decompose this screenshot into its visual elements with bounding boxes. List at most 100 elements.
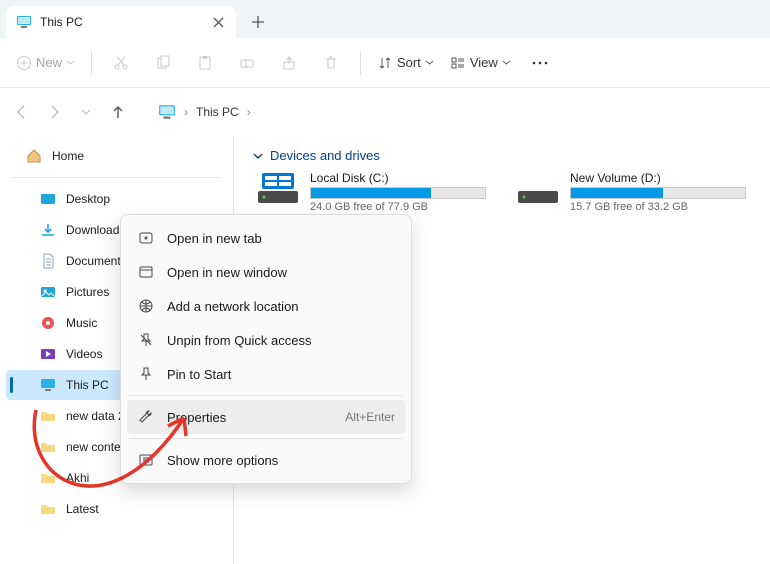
drive-info: Local Disk (C:) 24.0 GB free of 77.9 GB [310, 171, 486, 213]
sidebar-item-label: Pictures [66, 285, 109, 299]
sidebar-item-desktop[interactable]: Desktop [6, 184, 227, 214]
monitor-icon [158, 103, 176, 121]
documents-icon [40, 253, 56, 269]
chevron-right-icon: › [247, 105, 251, 119]
sidebar-item-home[interactable]: Home [6, 141, 227, 171]
sidebar-item-label: Music [66, 316, 97, 330]
ctx-add-network-location[interactable]: Add a network location [127, 289, 405, 323]
ctx-label: Unpin from Quick access [167, 333, 395, 348]
sidebar-item-folder[interactable]: Latest [6, 494, 227, 524]
monitor-icon [40, 377, 56, 393]
separator [91, 51, 92, 75]
drive-icon [516, 171, 560, 207]
sidebar-item-label: Videos [66, 347, 102, 361]
new-button[interactable]: New [10, 46, 81, 80]
folder-icon [40, 439, 56, 455]
tab-bar: This PC [0, 0, 770, 38]
drive-item[interactable]: Local Disk (C:) 24.0 GB free of 77.9 GB [256, 171, 486, 213]
sidebar-item-label: Documents [66, 254, 127, 268]
up-button[interactable] [108, 102, 128, 122]
drive-free-text: 24.0 GB free of 77.9 GB [310, 201, 486, 213]
close-icon[interactable] [210, 14, 226, 30]
copy-button[interactable] [144, 46, 182, 80]
view-button[interactable]: View [444, 46, 517, 80]
sidebar-item-label: Downloads [66, 223, 125, 237]
ctx-label: Open in new tab [167, 231, 395, 246]
back-button[interactable] [12, 102, 32, 122]
paste-button[interactable] [186, 46, 224, 80]
separator [360, 51, 361, 75]
ctx-label: Pin to Start [167, 367, 395, 382]
separator [129, 438, 403, 439]
drive-item[interactable]: New Volume (D:) 15.7 GB free of 33.2 GB [516, 171, 746, 213]
breadcrumb-item[interactable]: This PC [196, 105, 239, 119]
ctx-accel: Alt+Enter [345, 410, 395, 424]
new-label: New [36, 55, 62, 70]
ctx-pin-to-start[interactable]: Pin to Start [127, 357, 405, 391]
nav-row: › This PC › [0, 88, 770, 136]
chevron-right-icon: › [184, 105, 188, 119]
folder-icon [40, 470, 56, 486]
ctx-unpin-quick-access[interactable]: Unpin from Quick access [127, 323, 405, 357]
nav-arrows [12, 102, 128, 122]
pictures-icon [40, 284, 56, 300]
more-icon [137, 451, 155, 469]
wrench-icon [137, 408, 155, 426]
sidebar-item-label: Latest [66, 502, 99, 516]
ctx-label: Add a network location [167, 299, 395, 314]
folder-icon [40, 501, 56, 517]
tab-title: This PC [40, 15, 202, 29]
ctx-open-new-window[interactable]: Open in new window [127, 255, 405, 289]
sort-label: Sort [397, 55, 421, 70]
sidebar-item-label: Akhi [66, 471, 89, 485]
window-icon [137, 263, 155, 281]
new-tab-button[interactable] [242, 6, 274, 38]
drives-list: Local Disk (C:) 24.0 GB free of 77.9 GB … [242, 171, 762, 213]
sidebar-item-label: This PC [66, 378, 109, 392]
rename-button[interactable] [228, 46, 266, 80]
recent-dropdown-icon[interactable] [76, 102, 96, 122]
context-menu: Open in new tab Open in new window Add a… [120, 214, 412, 484]
videos-icon [40, 346, 56, 362]
tab-plus-icon [137, 229, 155, 247]
address-bar[interactable]: › This PC › [158, 103, 251, 121]
ctx-label: Properties [167, 410, 333, 425]
group-header-devices[interactable]: Devices and drives [242, 148, 762, 163]
chevron-down-icon [252, 150, 264, 162]
desktop-icon [40, 191, 56, 207]
drive-icon [256, 171, 300, 207]
drive-name: New Volume (D:) [570, 171, 746, 185]
ctx-label: Show more options [167, 453, 395, 468]
group-label: Devices and drives [270, 148, 380, 163]
sidebar-item-label: Home [52, 149, 84, 163]
downloads-icon [40, 222, 56, 238]
separator [129, 395, 403, 396]
view-label: View [470, 55, 498, 70]
ctx-open-new-tab[interactable]: Open in new tab [127, 221, 405, 255]
ctx-label: Open in new window [167, 265, 395, 280]
home-icon [26, 148, 42, 164]
drive-usage-bar [570, 187, 746, 199]
music-icon [40, 315, 56, 331]
pin-icon [137, 365, 155, 383]
more-button[interactable] [521, 46, 559, 80]
sort-button[interactable]: Sort [371, 46, 440, 80]
share-button[interactable] [270, 46, 308, 80]
drive-free-text: 15.7 GB free of 33.2 GB [570, 201, 746, 213]
delete-button[interactable] [312, 46, 350, 80]
globe-icon [137, 297, 155, 315]
monitor-icon [16, 14, 32, 30]
drive-usage-bar [310, 187, 486, 199]
drive-info: New Volume (D:) 15.7 GB free of 33.2 GB [570, 171, 746, 213]
ctx-properties[interactable]: Properties Alt+Enter [127, 400, 405, 434]
ctx-show-more-options[interactable]: Show more options [127, 443, 405, 477]
unpin-icon [137, 331, 155, 349]
cut-button[interactable] [102, 46, 140, 80]
tab-this-pc[interactable]: This PC [6, 6, 236, 38]
folder-icon [40, 408, 56, 424]
sidebar-item-label: Desktop [66, 192, 110, 206]
forward-button[interactable] [44, 102, 64, 122]
toolbar: New Sort View [0, 38, 770, 88]
drive-name: Local Disk (C:) [310, 171, 486, 185]
separator [12, 177, 221, 178]
